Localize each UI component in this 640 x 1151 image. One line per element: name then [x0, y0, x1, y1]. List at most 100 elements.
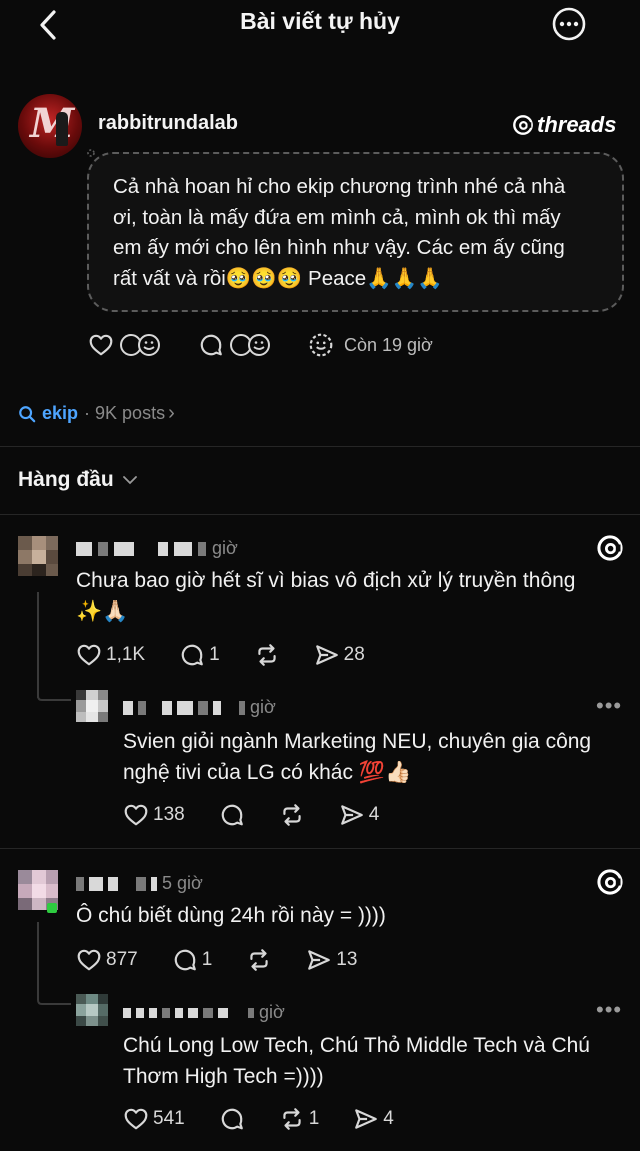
share-button[interactable]: 4 [339, 802, 379, 828]
comment-icon [221, 1108, 243, 1130]
reply-button[interactable] [219, 802, 245, 828]
online-status-dot [47, 903, 57, 913]
commenter-avatar[interactable] [18, 536, 58, 576]
comment-meta: giờ [76, 538, 238, 559]
reply-body: Svien giỏi ngành Marketing NEU, chuyên g… [123, 726, 591, 788]
emoji-reaction-icon [230, 334, 270, 356]
repost-icon [283, 804, 301, 826]
comment-text-line: ✨🙏🏻 [76, 600, 129, 623]
topic-tag[interactable]: ekip · 9K posts › [18, 402, 175, 425]
repost-button[interactable] [246, 947, 272, 973]
share-count: 4 [383, 1108, 394, 1129]
sort-label: Hàng đầu [18, 468, 114, 491]
redacted-username [123, 1007, 131, 1018]
reply-button[interactable] [219, 1106, 245, 1132]
comment-icon [221, 804, 243, 826]
comment-icon [181, 644, 203, 666]
more-options-button[interactable]: ••• [596, 997, 622, 1023]
reply-button[interactable]: 1 [179, 642, 220, 668]
heart-icon [89, 334, 113, 356]
author-username[interactable]: rabbitrundalab [98, 112, 238, 135]
reply-meta: giờ [123, 1002, 285, 1023]
reply-button[interactable]: 1 [172, 947, 213, 973]
more-options-button[interactable]: ••• [596, 693, 622, 719]
reply-text-line: nghệ tivi của LG có khác 💯👍🏻 [123, 761, 412, 784]
divider [0, 446, 640, 447]
comment-text-line: Ô chú biết dùng 24h rồi này = )))) [76, 904, 386, 927]
like-button[interactable]: 877 [76, 947, 138, 973]
like-count: 877 [106, 949, 138, 970]
repost-icon [258, 644, 276, 666]
repost-button[interactable]: 1 [279, 1106, 320, 1132]
like-button[interactable] [88, 332, 164, 358]
more-options-button[interactable] [551, 6, 587, 42]
comment-meta: 5 giờ [76, 873, 203, 894]
reply-actions: 541 1 4 [123, 1106, 394, 1132]
reply-text-line: Svien giỏi ngành Marketing NEU, chuyên g… [123, 730, 592, 753]
page-title: Bài viết tự hủy [240, 8, 400, 34]
thread-line [37, 592, 39, 698]
repost-count: 1 [308, 1108, 320, 1129]
commenter-avatar[interactable] [18, 870, 58, 913]
comment-actions: 877 1 13 [76, 947, 357, 973]
like-count: 541 [153, 1108, 185, 1129]
share-button[interactable]: 4 [353, 1106, 394, 1132]
reply-meta: giờ [123, 697, 276, 718]
repost-button[interactable] [279, 802, 305, 828]
divider [0, 848, 640, 849]
like-count: 138 [153, 804, 185, 825]
share-button[interactable]: 28 [314, 642, 365, 668]
reply-time: giờ [250, 697, 276, 717]
sort-dropdown[interactable]: Hàng đầu [18, 468, 138, 492]
like-button[interactable]: 138 [123, 802, 185, 828]
comment-actions: 1,1K 1 28 [76, 642, 365, 668]
reply-avatar[interactable] [76, 994, 108, 1026]
threads-logo-icon [513, 115, 533, 135]
threads-logo-icon[interactable] [596, 534, 624, 562]
comment-icon [174, 949, 196, 971]
post-text-line: em ấy mới cho lên hình như vậy. Các em ấ… [113, 236, 565, 259]
divider [0, 514, 640, 515]
topic-name: ekip [42, 403, 79, 423]
reply-actions: 138 4 [123, 802, 379, 828]
post-text-line: ơi, toàn là mấy đứa em mình cả, mình ok … [113, 205, 561, 229]
more-circle-icon [552, 7, 586, 41]
timer-face-icon [309, 333, 333, 357]
reply-count: 1 [201, 949, 213, 970]
reply-avatar[interactable] [76, 690, 108, 722]
reply-text-line: Thơm High Tech =)))) [123, 1065, 324, 1088]
like-button[interactable]: 541 [123, 1106, 185, 1132]
post-bubble: Cả nhà hoan hỉ cho ekip chương trình nhé… [87, 152, 624, 312]
comment-time: giờ [212, 538, 238, 558]
author-avatar[interactable]: M [18, 94, 82, 158]
chevron-right-icon: › [168, 402, 175, 424]
send-icon [340, 805, 363, 825]
heart-icon [124, 804, 148, 826]
repost-icon [250, 949, 268, 971]
repost-button[interactable] [254, 642, 280, 668]
comment-body: Ô chú biết dùng 24h rồi này = )))) [76, 900, 386, 931]
heart-icon [124, 1108, 148, 1130]
threads-logo-icon[interactable] [596, 868, 624, 896]
reply-button[interactable] [198, 332, 274, 358]
comment-icon [200, 334, 222, 356]
threads-wordmark: threads [537, 112, 617, 137]
timer-label: Còn 19 giờ [344, 334, 433, 355]
comment-time: 5 giờ [162, 873, 203, 893]
post-text-line: Cả nhà hoan hỉ cho ekip chương trình nhé… [113, 175, 566, 198]
send-icon [355, 1109, 378, 1129]
reply-text-line: Chú Long Low Tech, Chú Thỏ Middle Tech v… [123, 1034, 590, 1057]
like-button[interactable]: 1,1K [76, 642, 145, 668]
topic-post-count: · 9K posts [84, 403, 166, 423]
redacted-username [76, 876, 84, 891]
share-count: 28 [343, 644, 365, 665]
thread-line [37, 922, 39, 1000]
chevron-down-icon [122, 476, 137, 485]
repost-icon [283, 1108, 301, 1130]
post-actions: Còn 19 giờ [88, 330, 433, 360]
share-button[interactable]: 13 [306, 947, 357, 973]
search-icon [19, 405, 36, 422]
thread-connector [37, 688, 71, 701]
avatar-figure [56, 112, 68, 146]
heart-icon [77, 644, 101, 666]
